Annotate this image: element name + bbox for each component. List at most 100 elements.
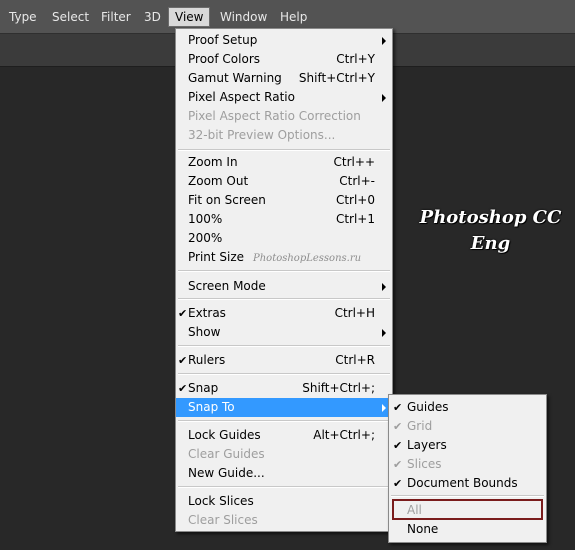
menu-item-label: Grid [407,419,433,433]
menu-item-label: Slices [407,457,442,471]
menu-item-100-percent[interactable]: 100% Ctrl+1 [176,210,392,229]
checkmark-icon: ✔ [393,477,403,490]
menu-item-snap-to[interactable]: Snap To [176,398,392,417]
submenu-item-grid[interactable]: ✔ Grid [389,417,546,436]
menu-item-show[interactable]: Show [176,323,392,342]
view-menu: Proof Setup Proof Colors Ctrl+Y Gamut Wa… [175,28,393,532]
menu-item-proof-colors[interactable]: Proof Colors Ctrl+Y [176,50,392,69]
submenu-item-guides[interactable]: ✔ Guides [389,398,546,417]
menu-item-32bit-preview-options[interactable]: 32-bit Preview Options... [176,126,392,145]
submenu-item-layers[interactable]: ✔ Layers [389,436,546,455]
menu-item-pixel-aspect-ratio[interactable]: Pixel Aspect Ratio [176,88,392,107]
menu-item-fit-on-screen[interactable]: Fit on Screen Ctrl+0 [176,191,392,210]
menu-type[interactable]: Type [7,8,39,26]
menu-3d[interactable]: 3D [142,8,163,26]
menu-separator [178,486,390,488]
menu-item-shortcut: Alt+Ctrl+; [313,428,375,442]
menu-separator [178,420,390,422]
snap-to-submenu: ✔ Guides ✔ Grid ✔ Layers ✔ Slices ✔ Docu… [388,394,547,543]
checkmark-icon: ✔ [393,420,403,433]
watermark-line2: Eng [470,233,511,254]
menu-item-label: Proof Colors [188,52,260,66]
menu-item-lock-slices[interactable]: Lock Slices [176,492,392,511]
menu-item-label: Lock Guides [188,428,261,442]
menu-item-extras[interactable]: ✔ Extras Ctrl+H [176,304,392,323]
menu-separator [178,345,390,347]
menu-item-shortcut: Ctrl+R [335,353,375,367]
menu-item-clear-guides[interactable]: Clear Guides [176,445,392,464]
submenu-arrow-icon [382,329,386,337]
menu-item-shortcut: Ctrl+- [339,174,375,188]
menu-item-lock-guides[interactable]: Lock Guides Alt+Ctrl+; [176,426,392,445]
menu-item-shortcut: Ctrl+Y [336,52,375,66]
submenu-arrow-icon [382,283,386,291]
submenu-item-all[interactable]: All [389,501,546,520]
menu-separator [178,373,390,375]
menu-item-zoom-in[interactable]: Zoom In Ctrl++ [176,153,392,172]
menu-item-label: All [407,503,422,517]
checkmark-icon: ✔ [178,382,188,395]
menu-item-snap[interactable]: ✔ Snap Shift+Ctrl+; [176,379,392,398]
menu-item-label: Layers [407,438,447,452]
menu-item-proof-setup[interactable]: Proof Setup [176,31,392,50]
menu-view[interactable]: View [168,7,211,27]
menu-item-zoom-out[interactable]: Zoom Out Ctrl+- [176,172,392,191]
menu-filter[interactable]: Filter [99,8,133,26]
menu-item-gamut-warning[interactable]: Gamut Warning Shift+Ctrl+Y [176,69,392,88]
watermark-title: Photoshop CC Eng [408,205,573,257]
menu-item-pixel-aspect-ratio-correction[interactable]: Pixel Aspect Ratio Correction [176,107,392,126]
menu-separator [178,149,390,151]
menu-item-label: 100% [188,212,223,226]
checkmark-icon: ✔ [178,354,188,367]
menu-item-shortcut: Ctrl++ [333,155,375,169]
menu-item-label: Fit on Screen [188,193,266,207]
menu-item-label: 32-bit Preview Options... [188,128,336,142]
menu-separator [178,270,390,272]
menu-item-screen-mode[interactable]: Screen Mode [176,277,392,296]
checkmark-icon: ✔ [393,458,403,471]
menu-item-label: Pixel Aspect Ratio [188,90,295,104]
menu-item-new-guide[interactable]: New Guide... [176,464,392,483]
submenu-item-slices[interactable]: ✔ Slices [389,455,546,474]
menu-item-label: 200% [188,231,223,245]
menu-item-label: Pixel Aspect Ratio Correction [188,109,361,123]
menu-item-clear-slices[interactable]: Clear Slices [176,511,392,530]
menu-item-label: Rulers [188,353,226,367]
watermark-line1: Photoshop CC [419,207,562,228]
menu-item-label: Snap To [188,400,235,414]
submenu-arrow-icon [382,404,386,412]
menu-item-shortcut: Ctrl+H [334,306,375,320]
menu-item-label: Extras [188,306,226,320]
menu-window[interactable]: Window [218,8,269,26]
menu-item-label: New Guide... [188,466,265,480]
menu-item-shortcut: Ctrl+1 [335,212,375,226]
menu-item-label: None [407,522,439,536]
menu-item-label: Show [188,325,221,339]
menu-select[interactable]: Select [50,8,91,26]
menu-item-label: Proof Setup [188,33,258,47]
submenu-item-none[interactable]: None [389,520,546,539]
menu-item-rulers[interactable]: ✔ Rulers Ctrl+R [176,351,392,370]
menu-item-label: Snap [188,381,219,395]
menu-item-label: Lock Slices [188,494,254,508]
menu-item-label: Clear Guides [188,447,265,461]
menu-item-shortcut: Shift+Ctrl+; [302,381,375,395]
menu-item-label: Zoom Out [188,174,249,188]
checkmark-icon: ✔ [393,401,403,414]
menu-item-shortcut: Shift+Ctrl+Y [298,71,375,85]
menu-item-label: Screen Mode [188,279,266,293]
submenu-arrow-icon [382,37,386,45]
menu-item-shortcut: Ctrl+0 [335,193,375,207]
menu-item-label: Guides [407,400,449,414]
menu-item-label: Clear Slices [188,513,258,527]
menu-item-label: Gamut Warning [188,71,282,85]
menu-item-200-percent[interactable]: 200% [176,229,392,248]
submenu-item-document-bounds[interactable]: ✔ Document Bounds [389,474,546,493]
submenu-arrow-icon [382,94,386,102]
menu-item-label: Document Bounds [407,476,518,490]
menu-item-label: Zoom In [188,155,238,169]
checkmark-icon: ✔ [178,307,188,320]
menu-help[interactable]: Help [278,8,309,26]
checkmark-icon: ✔ [393,439,403,452]
menu-item-label: Print Size [188,250,245,264]
